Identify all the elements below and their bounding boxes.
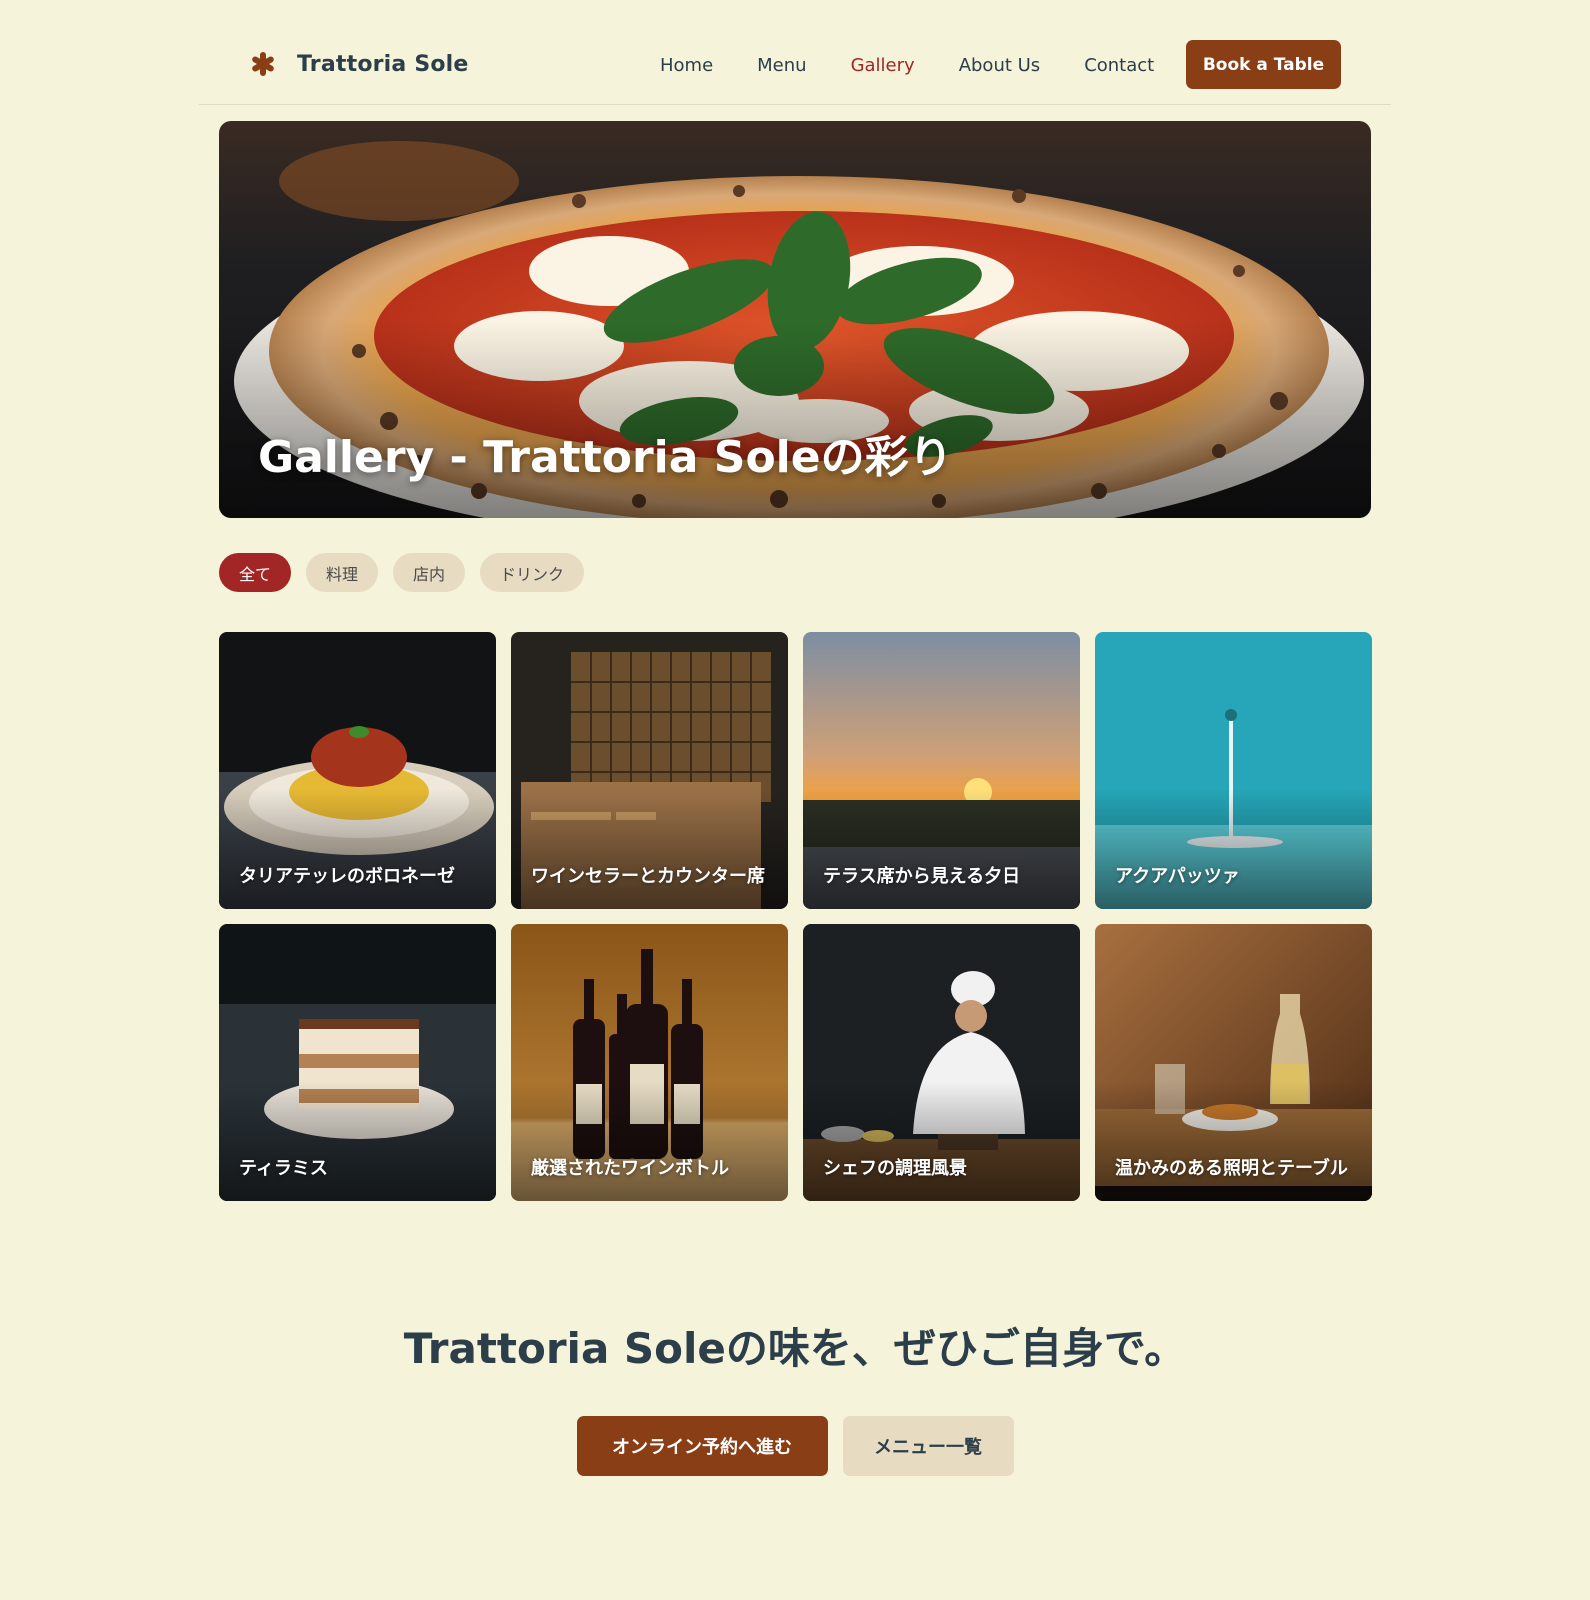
gallery-filter-bar: 全て 料理 店内 ドリンク — [219, 553, 599, 592]
site-header: Trattoria Sole Home Menu Gallery About U… — [199, 18, 1391, 105]
filter-chip-drinks[interactable]: ドリンク — [480, 553, 585, 592]
gallery-caption: テラス席から見える夕日 — [823, 866, 1021, 887]
hero-banner: Gallery - Trattoria Soleの彩り — [219, 121, 1371, 518]
filter-chip-all[interactable]: 全て — [219, 553, 292, 592]
gallery-card[interactable]: アクアパッツァ — [1095, 632, 1372, 909]
cta-heading: Trattoria Soleの味を、ぜひご自身で。 — [403, 1324, 1187, 1373]
gallery-card[interactable]: 厳選されたワインボトル — [511, 924, 788, 1201]
gallery-caption: シェフの調理風景 — [823, 1158, 967, 1179]
gallery-card[interactable]: 温かみのある照明とテーブル — [1095, 924, 1372, 1201]
cta-button-group: オンライン予約へ進む メニュー一覧 — [0, 1416, 1590, 1476]
main-nav: Home Menu Gallery About Us Contact — [660, 54, 1198, 78]
gallery-caption: タリアテッレのボロネーゼ — [239, 866, 455, 887]
nav-gallery[interactable]: Gallery — [851, 54, 915, 78]
asterisk-icon — [249, 50, 277, 78]
gallery-card[interactable]: タリアテッレのボロネーゼ — [219, 632, 496, 909]
gallery-caption: ティラミス — [239, 1158, 328, 1179]
menu-list-button[interactable]: メニュー一覧 — [842, 1416, 1014, 1476]
nav-home[interactable]: Home — [660, 54, 713, 78]
gallery-card[interactable]: ワインセラーとカウンター席 — [511, 632, 788, 909]
brand-name: Trattoria Sole — [297, 51, 469, 77]
gallery-card[interactable]: テラス席から見える夕日 — [803, 632, 1080, 909]
gallery-caption: 厳選されたワインボトル — [531, 1158, 729, 1179]
hero-title: Gallery - Trattoria Soleの彩り — [258, 432, 953, 483]
gallery-card[interactable]: ティラミス — [219, 924, 496, 1201]
gallery-caption: 温かみのある照明とテーブル — [1115, 1158, 1348, 1179]
filter-chip-interior[interactable]: 店内 — [393, 553, 466, 592]
filter-chip-food[interactable]: 料理 — [306, 553, 379, 592]
nav-menu[interactable]: Menu — [757, 54, 806, 78]
book-table-button[interactable]: Book a Table — [1186, 40, 1341, 89]
brand-logo[interactable]: Trattoria Sole — [249, 50, 469, 78]
gallery-caption: アクアパッツァ — [1115, 866, 1240, 887]
nav-about-us[interactable]: About Us — [959, 54, 1041, 78]
gallery-caption: ワインセラーとカウンター席 — [531, 866, 765, 887]
gallery-grid: タリアテッレのボロネーゼ ワインセラーとカウンター席 テラス席から見える夕日 ア… — [219, 632, 1372, 1201]
nav-contact[interactable]: Contact — [1084, 54, 1154, 78]
online-reservation-button[interactable]: オンライン予約へ進む — [576, 1416, 828, 1476]
gallery-card[interactable]: シェフの調理風景 — [803, 924, 1080, 1201]
